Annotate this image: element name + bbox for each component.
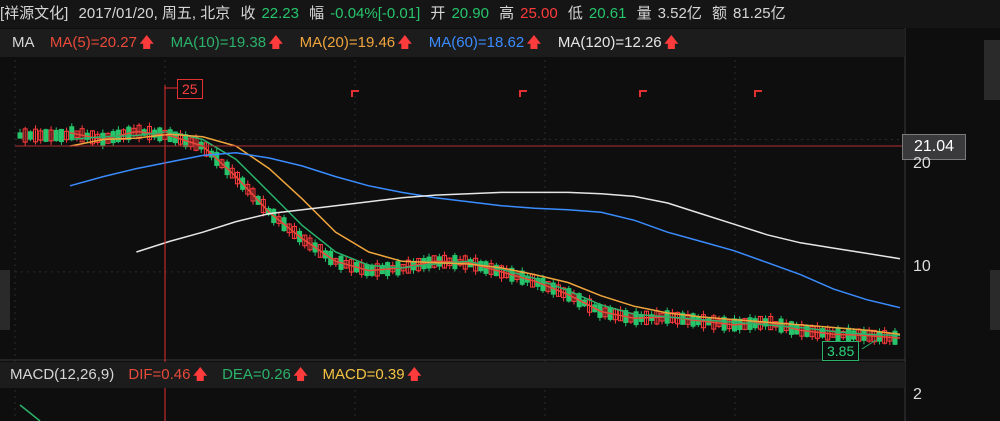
ma-label: MA [12,34,34,51]
ma20-value: MA(20)=19.46 [299,34,396,51]
series-line-ma10 [69,130,901,337]
dea-value: DEA=0.26 [222,366,291,383]
price-tick-10: 10 [913,258,931,275]
ma5-up-arrow-icon: 🡅 [139,34,155,51]
event-marker-icon [639,90,647,97]
ma120-value: MA(120)=12.26 [557,34,662,51]
quote-info-bar: [祥源文化] 2017/01/20, 周五, 北京 收 22.23 幅 -0.04%… [0,0,1000,28]
candle-body [58,128,64,143]
event-marker-icon [519,90,527,97]
dif-up-arrow-icon: 🡅 [192,366,208,383]
candle-body [27,131,33,140]
volume-label: 量 [636,5,652,22]
ma10-value: MA(10)=19.38 [170,34,267,51]
close-value: 22.23 [261,5,299,22]
price-tick-20: 20 [913,155,931,172]
candle-body [43,129,49,142]
low-price-marker: 3.85 [822,341,860,361]
macd-label: MACD(12,26,9) [10,366,115,383]
open-value: 20.90 [451,5,489,22]
open-label: 开 [430,5,446,22]
ma60-value: MA(60)=18.62 [428,34,525,51]
low-label: 低 [567,5,583,22]
macd-tick-2: 2 [913,386,922,403]
series-line-ma120 [136,191,901,260]
side-panel-handle[interactable] [984,40,1000,100]
ma5-value: MA(5)=20.27 [49,34,137,51]
scroll-left-arrow-icon[interactable] [0,270,10,330]
stock-name: [祥源文化] [0,5,69,22]
quote-date: 2017/01/20, 周五, 北京 [78,5,231,22]
volume-value: 3.52亿 [657,5,702,22]
dif-value: DIF=0.46 [128,366,191,383]
low-value: 20.61 [588,5,627,22]
candle-body [17,132,23,139]
ma20-up-arrow-icon: 🡅 [397,34,413,51]
moving-average-lines [69,130,901,339]
amount-label: 额 [712,5,728,22]
ma120-up-arrow-icon: 🡅 [663,34,680,51]
amount-value: 81.25亿 [733,5,786,22]
ma-indicator-bar[interactable]: MA MA(5)=20.27 🡅 MA(10)=19.38 🡅 MA(20)=19.… [0,29,905,57]
macd-up-arrow-icon: 🡅 [406,366,423,383]
close-label: 收 [240,5,256,22]
macd-value: MACD=0.39 [322,366,405,383]
change-label: 幅 [309,5,325,22]
event-marker-icon [754,90,762,97]
ma60-up-arrow-icon: 🡅 [526,34,542,51]
macd-dif-line [19,404,41,421]
series-line-ma60 [69,151,901,309]
ma10-up-arrow-icon: 🡅 [268,34,284,51]
high-label: 高 [499,5,515,22]
scroll-right-arrow-icon[interactable] [990,270,1000,330]
macd-indicator-bar[interactable]: MACD(12,26,9) DIF=0.46 🡅 DEA=0.26 🡅 MACD=0… [0,362,905,388]
dea-up-arrow-icon: 🡅 [292,366,309,383]
candle-body [53,129,59,142]
change-value: -0.04%[-0.01] [330,5,421,22]
current-price-tag: 21.04 [902,134,966,160]
high-price-marker: 25 [177,79,203,99]
high-value: 25.00 [520,5,558,22]
